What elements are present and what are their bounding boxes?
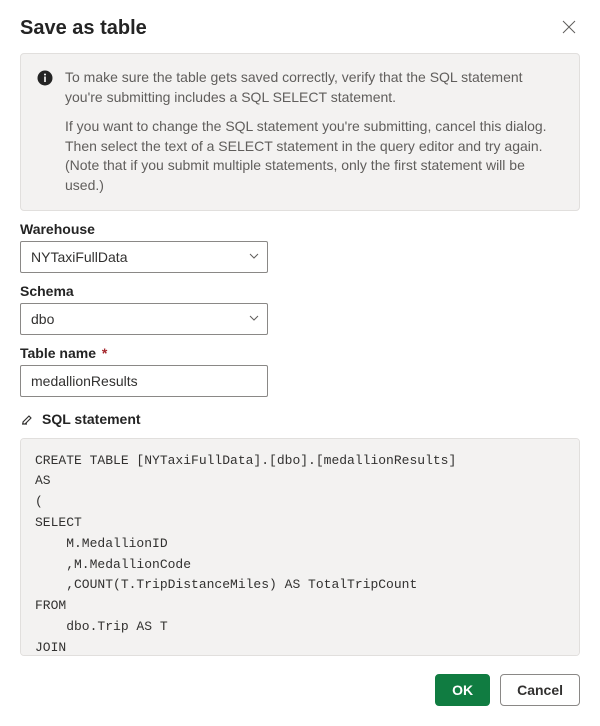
table-name-input[interactable]	[20, 365, 268, 397]
table-name-field: Table name *	[20, 345, 580, 397]
warehouse-field: Warehouse	[20, 221, 580, 273]
schema-field: Schema	[20, 283, 580, 335]
eraser-icon	[20, 411, 34, 428]
save-as-table-dialog: Save as table To make sure the table get…	[0, 0, 600, 726]
table-name-label-text: Table name	[20, 345, 96, 361]
info-text-p1: To make sure the table gets saved correc…	[65, 68, 563, 107]
table-name-label: Table name *	[20, 345, 580, 361]
sql-statement-label: SQL statement	[42, 411, 141, 427]
sql-statement-header[interactable]: SQL statement	[20, 411, 580, 428]
close-button[interactable]	[558, 16, 580, 41]
dialog-title: Save as table	[20, 17, 147, 40]
schema-select[interactable]	[20, 303, 268, 335]
info-text: To make sure the table gets saved correc…	[65, 68, 563, 196]
info-text-p2: If you want to change the SQL statement …	[65, 117, 563, 195]
warehouse-select[interactable]	[20, 241, 268, 273]
sql-code-box[interactable]: CREATE TABLE [NYTaxiFullData].[dbo].[med…	[20, 438, 580, 656]
required-asterisk: *	[102, 345, 107, 361]
dialog-header: Save as table	[20, 16, 580, 41]
dialog-footer: OK Cancel	[20, 674, 580, 706]
info-icon	[37, 70, 53, 86]
close-icon	[562, 20, 576, 37]
schema-label: Schema	[20, 283, 580, 299]
ok-button[interactable]: OK	[435, 674, 490, 706]
warehouse-label: Warehouse	[20, 221, 580, 237]
info-banner: To make sure the table gets saved correc…	[20, 53, 580, 211]
cancel-button[interactable]: Cancel	[500, 674, 580, 706]
